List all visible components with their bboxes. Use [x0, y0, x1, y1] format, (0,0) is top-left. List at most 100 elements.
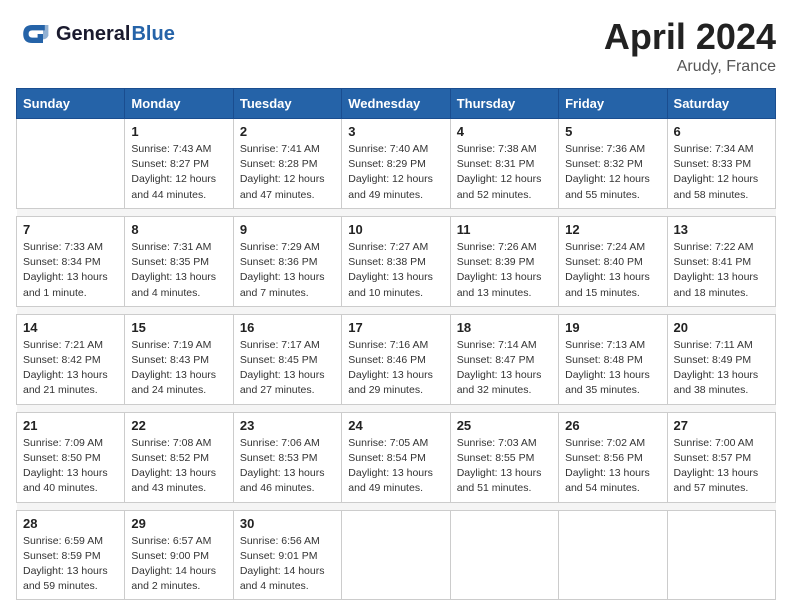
- calendar-cell: 4 Sunrise: 7:38 AMSunset: 8:31 PMDaylight…: [450, 119, 558, 209]
- day-info: Sunrise: 7:41 AMSunset: 8:28 PMDaylight:…: [240, 142, 335, 203]
- day-info: Sunrise: 7:40 AMSunset: 8:29 PMDaylight:…: [348, 142, 443, 203]
- day-number: 12: [565, 222, 660, 237]
- calendar-cell: 13 Sunrise: 7:22 AMSunset: 8:41 PMDayligh…: [667, 216, 775, 306]
- calendar-cell: 15Sunrise: 7:19 AMSunset: 8:43 PMDayligh…: [125, 314, 233, 404]
- weekday-header-tuesday: Tuesday: [233, 89, 341, 119]
- calendar-cell: [450, 510, 558, 600]
- calendar-week-row: 14 Sunrise: 7:21 AMSunset: 8:42 PMDayligh…: [17, 314, 776, 404]
- calendar-cell: 20 Sunrise: 7:11 AMSunset: 8:49 PMDayligh…: [667, 314, 775, 404]
- weekday-header-wednesday: Wednesday: [342, 89, 450, 119]
- day-number: 11: [457, 222, 552, 237]
- day-number: 6: [674, 124, 769, 139]
- calendar-cell: 29Sunrise: 6:57 AMSunset: 9:00 PMDayligh…: [125, 510, 233, 600]
- day-number: 2: [240, 124, 335, 139]
- day-number: 5: [565, 124, 660, 139]
- calendar-cell: 30 Sunrise: 6:56 AMSunset: 9:01 PMDayligh…: [233, 510, 341, 600]
- calendar-cell: 21 Sunrise: 7:09 AMSunset: 8:50 PMDayligh…: [17, 412, 125, 502]
- calendar-cell: 11 Sunrise: 7:26 AMSunset: 8:39 PMDayligh…: [450, 216, 558, 306]
- weekday-header-monday: Monday: [125, 89, 233, 119]
- calendar-cell: 5Sunrise: 7:36 AMSunset: 8:32 PMDaylight…: [559, 119, 667, 209]
- calendar-cell: [559, 510, 667, 600]
- day-number: 15: [131, 320, 226, 335]
- day-number: 9: [240, 222, 335, 237]
- logo-icon: [16, 16, 52, 52]
- calendar-cell: 14 Sunrise: 7:21 AMSunset: 8:42 PMDayligh…: [17, 314, 125, 404]
- calendar-cell: 6 Sunrise: 7:34 AMSunset: 8:33 PMDaylight…: [667, 119, 775, 209]
- day-number: 16: [240, 320, 335, 335]
- week-separator: [17, 502, 776, 510]
- day-info: Sunrise: 7:34 AMSunset: 8:33 PMDaylight:…: [674, 142, 769, 203]
- week-separator: [17, 404, 776, 412]
- logo-general: General: [56, 23, 130, 46]
- day-number: 13: [674, 222, 769, 237]
- day-info: Sunrise: 7:09 AMSunset: 8:50 PMDaylight:…: [23, 436, 118, 497]
- weekday-header-saturday: Saturday: [667, 89, 775, 119]
- day-number: 18: [457, 320, 552, 335]
- day-number: 4: [457, 124, 552, 139]
- calendar-cell: 24 Sunrise: 7:05 AMSunset: 8:54 PMDayligh…: [342, 412, 450, 502]
- calendar-cell: 2 Sunrise: 7:41 AMSunset: 8:28 PMDaylight…: [233, 119, 341, 209]
- day-number: 24: [348, 418, 443, 433]
- calendar-cell: [667, 510, 775, 600]
- calendar-cell: 25Sunrise: 7:03 AMSunset: 8:55 PMDayligh…: [450, 412, 558, 502]
- calendar-cell: [342, 510, 450, 600]
- day-info: Sunrise: 7:00 AMSunset: 8:57 PMDaylight:…: [674, 436, 769, 497]
- day-info: Sunrise: 7:22 AMSunset: 8:41 PMDaylight:…: [674, 240, 769, 301]
- month-title: April 2024: [604, 16, 776, 58]
- day-number: 3: [348, 124, 443, 139]
- day-info: Sunrise: 7:06 AMSunset: 8:53 PMDaylight:…: [240, 436, 335, 497]
- day-info: Sunrise: 7:05 AMSunset: 8:54 PMDaylight:…: [348, 436, 443, 497]
- day-info: Sunrise: 7:16 AMSunset: 8:46 PMDaylight:…: [348, 338, 443, 399]
- calendar-cell: 23 Sunrise: 7:06 AMSunset: 8:53 PMDayligh…: [233, 412, 341, 502]
- day-info: Sunrise: 7:13 AMSunset: 8:48 PMDaylight:…: [565, 338, 660, 399]
- day-number: 7: [23, 222, 118, 237]
- day-info: Sunrise: 7:38 AMSunset: 8:31 PMDaylight:…: [457, 142, 552, 203]
- day-info: Sunrise: 7:43 AMSunset: 8:27 PMDaylight:…: [131, 142, 226, 203]
- day-info: Sunrise: 7:11 AMSunset: 8:49 PMDaylight:…: [674, 338, 769, 399]
- calendar-cell: 22 Sunrise: 7:08 AMSunset: 8:52 PMDayligh…: [125, 412, 233, 502]
- day-info: Sunrise: 6:56 AMSunset: 9:01 PMDaylight:…: [240, 534, 335, 595]
- location: Arudy, France: [604, 58, 776, 76]
- day-info: Sunrise: 6:59 AMSunset: 8:59 PMDaylight:…: [23, 534, 118, 595]
- calendar-cell: 17 Sunrise: 7:16 AMSunset: 8:46 PMDayligh…: [342, 314, 450, 404]
- day-number: 26: [565, 418, 660, 433]
- calendar-cell: 16Sunrise: 7:17 AMSunset: 8:45 PMDayligh…: [233, 314, 341, 404]
- day-info: Sunrise: 7:27 AMSunset: 8:38 PMDaylight:…: [348, 240, 443, 301]
- day-number: 30: [240, 516, 335, 531]
- day-number: 19: [565, 320, 660, 335]
- calendar-cell: [17, 119, 125, 209]
- day-number: 25: [457, 418, 552, 433]
- week-separator: [17, 306, 776, 314]
- title-area: April 2024 Arudy, France: [604, 16, 776, 76]
- day-number: 21: [23, 418, 118, 433]
- day-number: 1: [131, 124, 226, 139]
- day-info: Sunrise: 7:26 AMSunset: 8:39 PMDaylight:…: [457, 240, 552, 301]
- day-info: Sunrise: 7:08 AMSunset: 8:52 PMDaylight:…: [131, 436, 226, 497]
- weekday-header-friday: Friday: [559, 89, 667, 119]
- day-info: Sunrise: 7:21 AMSunset: 8:42 PMDaylight:…: [23, 338, 118, 399]
- calendar-cell: 26 Sunrise: 7:02 AMSunset: 8:56 PMDayligh…: [559, 412, 667, 502]
- day-info: Sunrise: 7:33 AMSunset: 8:34 PMDaylight:…: [23, 240, 118, 301]
- day-info: Sunrise: 6:57 AMSunset: 9:00 PMDaylight:…: [131, 534, 226, 595]
- calendar-week-row: 21 Sunrise: 7:09 AMSunset: 8:50 PMDayligh…: [17, 412, 776, 502]
- day-number: 23: [240, 418, 335, 433]
- day-number: 28: [23, 516, 118, 531]
- day-number: 10: [348, 222, 443, 237]
- day-info: Sunrise: 7:24 AMSunset: 8:40 PMDaylight:…: [565, 240, 660, 301]
- day-number: 8: [131, 222, 226, 237]
- day-number: 20: [674, 320, 769, 335]
- calendar-week-row: 7 Sunrise: 7:33 AMSunset: 8:34 PMDaylight…: [17, 216, 776, 306]
- day-info: Sunrise: 7:02 AMSunset: 8:56 PMDaylight:…: [565, 436, 660, 497]
- day-info: Sunrise: 7:31 AMSunset: 8:35 PMDaylight:…: [131, 240, 226, 301]
- calendar-cell: 9 Sunrise: 7:29 AMSunset: 8:36 PMDaylight…: [233, 216, 341, 306]
- day-number: 17: [348, 320, 443, 335]
- day-number: 22: [131, 418, 226, 433]
- day-info: Sunrise: 7:29 AMSunset: 8:36 PMDaylight:…: [240, 240, 335, 301]
- day-info: Sunrise: 7:14 AMSunset: 8:47 PMDaylight:…: [457, 338, 552, 399]
- calendar-cell: 8 Sunrise: 7:31 AMSunset: 8:35 PMDaylight…: [125, 216, 233, 306]
- calendar-header-row: SundayMondayTuesdayWednesdayThursdayFrid…: [17, 89, 776, 119]
- calendar-week-row: 28 Sunrise: 6:59 AMSunset: 8:59 PMDayligh…: [17, 510, 776, 600]
- week-separator: [17, 208, 776, 216]
- day-number: 14: [23, 320, 118, 335]
- weekday-header-thursday: Thursday: [450, 89, 558, 119]
